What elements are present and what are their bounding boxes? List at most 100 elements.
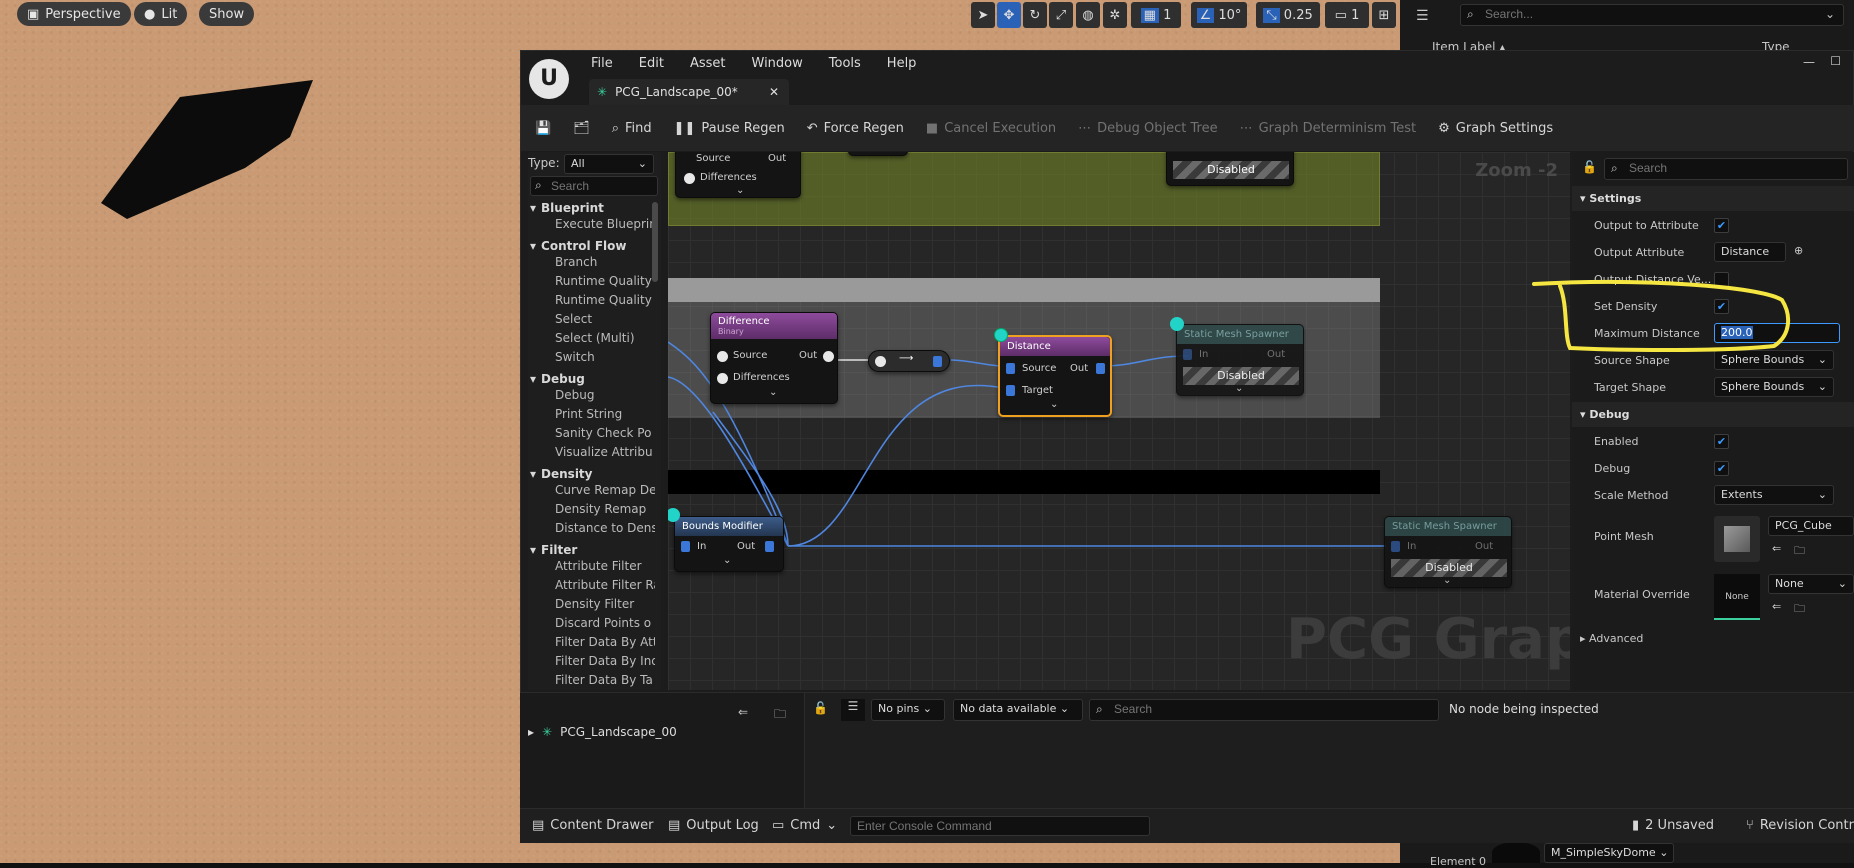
inspect-search[interactable]: ⌕ — [1089, 699, 1439, 721]
in-pin[interactable] — [1391, 541, 1400, 552]
menu-window[interactable]: Window — [752, 56, 803, 71]
palette-item[interactable]: Attribute Filter Ra — [530, 578, 655, 597]
browse-icon[interactable]: 🗀 — [1794, 542, 1805, 561]
details-search[interactable]: ⌕ — [1604, 158, 1848, 180]
output-attribute-field[interactable]: Distance — [1714, 242, 1786, 262]
bounds-modifier-node[interactable]: Bounds Modifier In Out ⌄ — [674, 516, 784, 572]
menu-file[interactable]: File — [591, 56, 613, 71]
pause-regen-button[interactable]: ❚❚ Pause Regen — [674, 121, 785, 136]
source-pin[interactable] — [717, 351, 728, 362]
palette-item[interactable]: Sanity Check Po — [530, 426, 655, 445]
material-combo[interactable]: None ⌄ — [1768, 574, 1854, 594]
palette-item[interactable]: Select — [530, 312, 655, 331]
convert-out-pin[interactable] — [933, 356, 942, 367]
target-pin[interactable] — [1006, 385, 1015, 396]
unsaved-button[interactable]: ▮ 2 Unsaved — [1632, 818, 1714, 833]
graph-determinism-button[interactable]: ⋯ Graph Determinism Test — [1240, 121, 1417, 136]
palette-scrollbar[interactable] — [652, 202, 658, 282]
details-search-input[interactable] — [1629, 161, 1829, 175]
palette-category-control-flow[interactable]: ▾ Control Flow — [530, 236, 655, 255]
chevron-down-icon[interactable]: ⌄ — [1050, 399, 1058, 410]
output-to-attribute-checkbox[interactable]: ✔ — [1714, 218, 1729, 233]
find-button[interactable]: ⌕ Find — [612, 121, 652, 136]
scale-snap-button[interactable]: ⤡ 0.25 — [1256, 2, 1320, 28]
viewport-layout-icon[interactable]: ⊞ — [1372, 2, 1396, 28]
use-selected-icon[interactable]: ⇐ — [1772, 542, 1781, 555]
scale-icon[interactable]: ⤢ — [1049, 2, 1073, 28]
palette-search[interactable]: ⌕ — [530, 176, 658, 196]
palette-item[interactable]: Print String — [530, 407, 655, 426]
out-pin[interactable] — [1096, 363, 1105, 374]
palette-category-blueprint[interactable]: ▾ Blueprint — [530, 198, 655, 217]
use-selected-icon[interactable]: ⇐ — [1772, 600, 1781, 613]
palette-item[interactable]: Runtime Quality — [530, 293, 655, 312]
scale-method-combo[interactable]: Extents ⌄ — [1714, 485, 1834, 505]
browse-icon[interactable]: 🗀 — [774, 705, 786, 726]
close-tab-icon[interactable]: ✕ — [769, 85, 779, 99]
lit-button[interactable]: ● Lit — [134, 2, 188, 26]
menu-edit[interactable]: Edit — [639, 56, 664, 71]
camera-speed-button[interactable]: ▭ 1 — [1325, 2, 1369, 28]
select-mode-icon[interactable]: ➤ — [971, 2, 995, 28]
distance-node[interactable]: Distance Source Out Target ⌄ — [998, 335, 1112, 417]
palette-item[interactable]: Select (Multi) — [530, 331, 655, 350]
add-circle-icon[interactable]: ⊕ — [1794, 244, 1803, 257]
output-log-button[interactable]: ▤ Output Log — [668, 818, 759, 833]
lock-icon[interactable]: 🔓 — [813, 701, 828, 715]
chevron-down-icon[interactable]: ⌄ — [1235, 383, 1243, 394]
tab-pcg-landscape[interactable]: ✳ PCG_Landscape_00* ✕ — [589, 79, 789, 105]
force-regen-button[interactable]: ↶ Force Regen — [807, 121, 904, 136]
filter-icon[interactable]: ☰ — [841, 699, 865, 721]
debug-checkbox[interactable]: ✔ — [1714, 461, 1729, 476]
palette-item[interactable]: Debug — [530, 388, 655, 407]
static-mesh-spawner-node-2[interactable]: Static Mesh Spawner In Out Disabled ⌄ — [1384, 516, 1512, 588]
pins-combo[interactable]: No pins ⌄ — [871, 699, 945, 721]
chevron-down-icon[interactable]: ⌄ — [736, 185, 744, 196]
sky-material-combo[interactable]: M_SimpleSkyDome ⌄ — [1544, 843, 1674, 863]
point-mesh-thumbnail[interactable] — [1714, 516, 1760, 562]
cancel-execution-button[interactable]: ■ Cancel Execution — [926, 121, 1056, 136]
material-thumbnail[interactable]: None — [1714, 574, 1760, 620]
revision-control-button[interactable]: ⑂ Revision Contr — [1746, 818, 1854, 833]
palette-item[interactable]: Filter Data By Ind — [530, 654, 655, 673]
minimize-icon[interactable]: — — [1803, 55, 1815, 69]
menu-tools[interactable]: Tools — [829, 56, 861, 71]
debug-object-tree-button[interactable]: ⋯ Debug Object Tree — [1078, 121, 1217, 136]
convert-node[interactable]: ⟶ — [868, 350, 950, 372]
menu-asset[interactable]: Asset — [690, 56, 726, 71]
browse-icon[interactable]: 🗀 — [1794, 600, 1805, 619]
filter-icon[interactable]: ☰ — [1416, 8, 1429, 24]
point-mesh-combo[interactable]: PCG_Cube — [1768, 516, 1854, 536]
tree-item-pcg-landscape[interactable]: ▸ ✳ PCG_Landscape_00 — [528, 725, 677, 739]
surface-snap-icon[interactable]: ✲ — [1103, 2, 1127, 28]
rotate-icon[interactable]: ↻ — [1023, 2, 1047, 28]
palette-item[interactable]: Visualize Attribu — [530, 445, 655, 464]
grid-snap-button[interactable]: ▦ 1 — [1131, 2, 1181, 28]
palette-item[interactable]: Curve Remap De — [530, 483, 655, 502]
world-space-icon[interactable]: ◍ — [1076, 2, 1100, 28]
palette-item[interactable]: Filter Data By Att — [530, 635, 655, 654]
enabled-checkbox[interactable]: ✔ — [1714, 434, 1729, 449]
graph-canvas[interactable]: Zoom -2 PCG Graph Source Out Differences… — [668, 152, 1570, 690]
outliner-search[interactable]: ⌕ ⌄ — [1460, 4, 1844, 26]
source-pin[interactable] — [1006, 363, 1015, 374]
outliner-search-input[interactable] — [1485, 7, 1805, 21]
palette-item[interactable]: Runtime Quality — [530, 274, 655, 293]
perspective-button[interactable]: ▣ Perspective — [17, 2, 131, 26]
palette-item[interactable]: Density Filter — [530, 597, 655, 616]
chevron-down-icon[interactable]: ⌄ — [769, 387, 777, 398]
type-filter-combo[interactable]: All ⌄ — [564, 154, 654, 174]
data-combo[interactable]: No data available ⌄ — [953, 699, 1083, 721]
back-icon[interactable]: ⇐ — [738, 705, 748, 719]
lock-icon[interactable]: 🔓 — [1582, 160, 1597, 174]
show-button[interactable]: Show — [199, 2, 255, 26]
palette-item[interactable]: Execute Blueprint — [530, 217, 655, 236]
top-partial-node[interactable] — [848, 152, 908, 156]
out-pin[interactable] — [823, 351, 834, 362]
differences-pin[interactable] — [717, 373, 728, 384]
difference-node[interactable]: Difference Binary Source Out Differences… — [710, 312, 838, 404]
top-difference-node[interactable]: Source Out Differences ⌄ — [675, 152, 801, 198]
out-pin[interactable] — [765, 541, 774, 552]
debug-section[interactable]: ▾ Debug — [1572, 402, 1854, 427]
palette-item[interactable]: Density Remap — [530, 502, 655, 521]
